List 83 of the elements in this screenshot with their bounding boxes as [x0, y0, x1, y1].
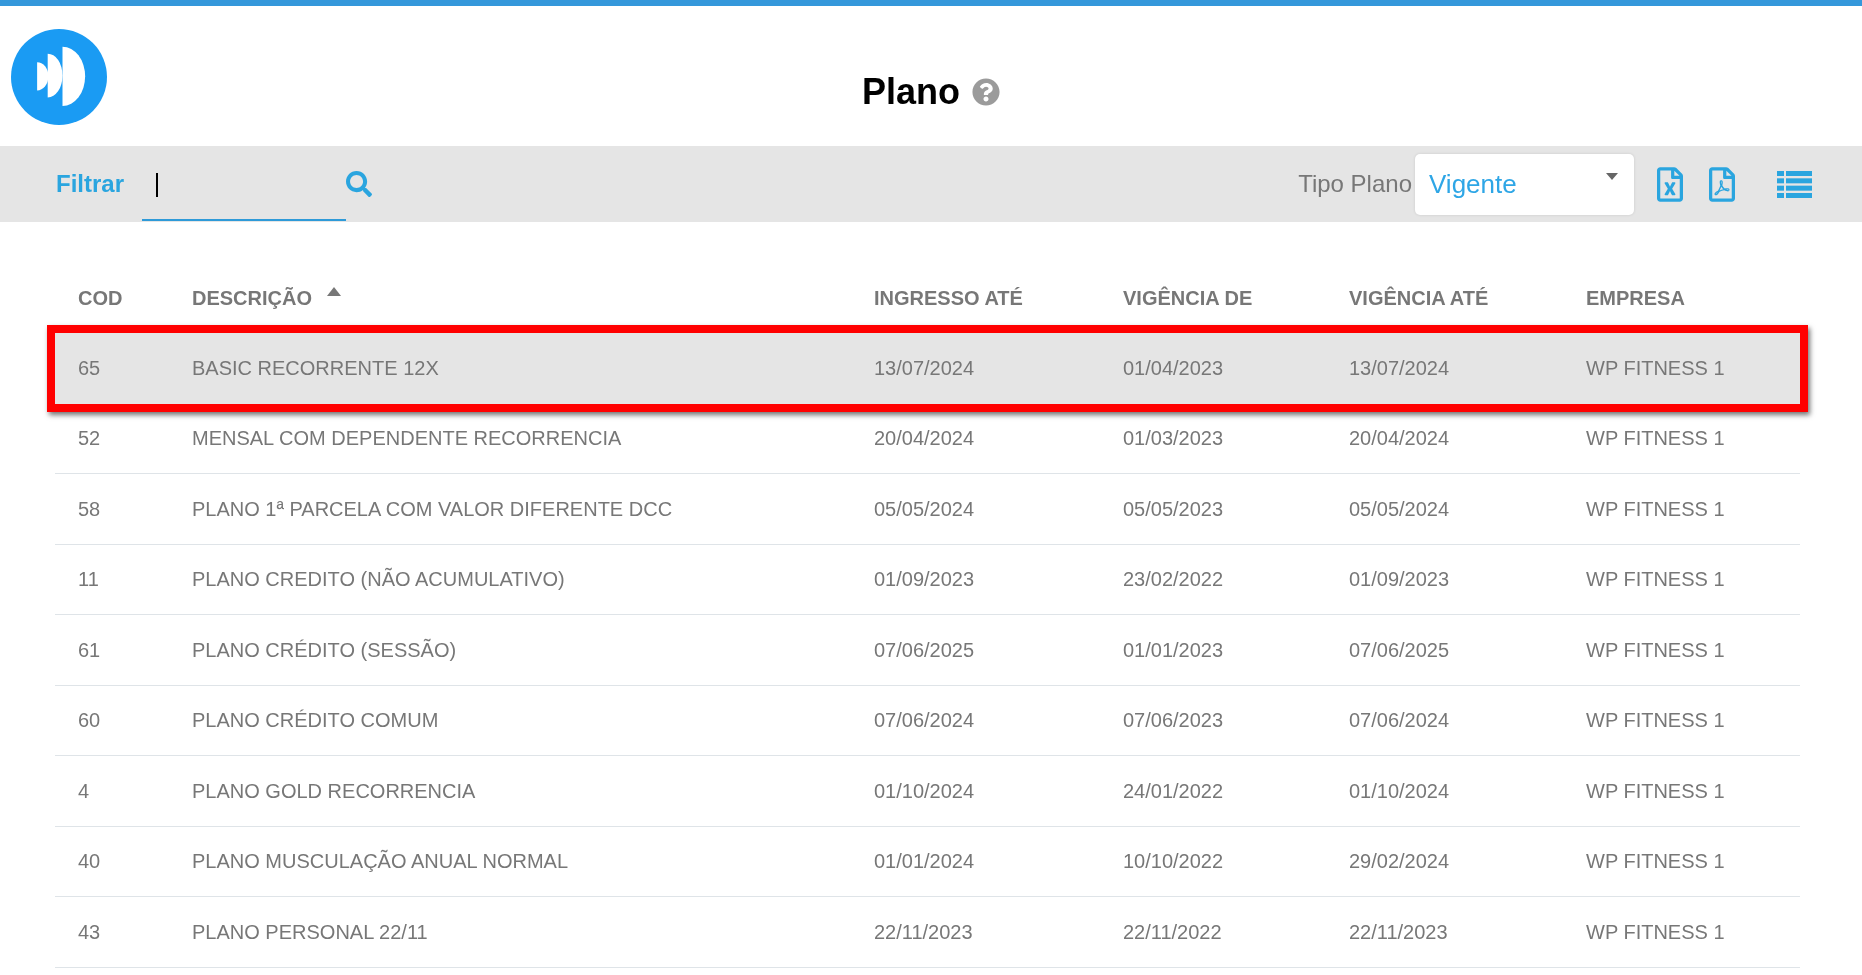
spreadsheet-file-icon: [1657, 166, 1683, 202]
table-cell-text: 05/05/2023: [1123, 496, 1224, 522]
filter-label: Filtrar: [56, 169, 124, 199]
table-cell-text: 01/01/2024: [874, 849, 975, 875]
table-cell-text: 20/04/2024: [874, 426, 975, 452]
table-cell-text: WP FITNESS 1: [1586, 637, 1725, 663]
table-cell-text: 01/04/2023: [1123, 356, 1224, 382]
table-cell-text: 24/01/2022: [1123, 778, 1224, 804]
plan-type-label: Tipo Plano: [1298, 169, 1412, 199]
table-cell-text: PLANO 1ª PARCELA COM VALOR DIFERENTE DCC: [192, 496, 673, 522]
plan-type-select[interactable]: Vigente: [1415, 153, 1634, 215]
search-button[interactable]: [346, 171, 372, 197]
table-cell-text: 22/11/2022: [1123, 919, 1222, 945]
table-cell-text: WP FITNESS 1: [1586, 708, 1725, 734]
table-cell-text: WP FITNESS 1: [1586, 849, 1725, 875]
table-cell-text: 60: [78, 708, 101, 734]
table-cell-text: WP FITNESS 1: [1586, 426, 1725, 452]
table-cell-text: 23/02/2022: [1123, 567, 1224, 593]
table-cell-text: 22/11/2023: [1349, 919, 1448, 945]
column-header[interactable]: COD: [78, 283, 123, 313]
table-row[interactable]: 4 PLANO GOLD RECORRENCIA 01/10/2024 24/01/2022 01/10/2024 WP FITNESS 1: [55, 756, 1800, 827]
table-cell-text: PLANO CREDITO (NÃO ACUMULATIVO): [192, 566, 565, 593]
table-cell-text: 10/10/2022: [1123, 849, 1224, 875]
column-header[interactable]: INGRESSO ATÉ: [874, 283, 1023, 313]
export-pdf-button[interactable]: [1709, 166, 1735, 202]
list-view-button[interactable]: [1777, 170, 1812, 198]
table-cell-text: 58: [78, 496, 101, 522]
table-cell-text: 07/06/2025: [1349, 637, 1450, 663]
table-row[interactable]: 11 PLANO CREDITO (NÃO ACUMULATIVO) 01/09/2023 23/02/2022 01/09/2023 WP FITNESS 1: [55, 544, 1800, 615]
table-cell-text: 61: [78, 637, 101, 663]
table-cell-text: 01/03/2023: [1123, 426, 1224, 452]
table-cell-text: 05/05/2024: [874, 496, 975, 522]
table-cell-text: PLANO GOLD RECORRENCIA: [192, 778, 476, 804]
table-cell-text: WP FITNESS 1: [1586, 919, 1725, 945]
table-cell-text: WP FITNESS 1: [1586, 778, 1725, 804]
table-cell-text: 01/09/2023: [874, 567, 975, 593]
pdf-file-icon: [1709, 166, 1735, 202]
table-cell-text: BASIC RECORRENTE 12X: [192, 356, 439, 382]
table-cell-text: PLANO PERSONAL 22/11: [192, 919, 428, 945]
table-cell-text: 52: [78, 426, 101, 452]
table-row[interactable]: 40 PLANO MUSCULAÇÃO ANUAL NORMAL 01/01/2024 10/10/2022 29/02/2024 WP FITNESS 1: [55, 826, 1800, 897]
table-row[interactable]: 52 MENSAL COM DEPENDENTE RECORRENCIA 20/04/2024 01/03/2023 20/04/2024 WP FITNESS 1: [55, 403, 1800, 474]
table-cell-text: 05/05/2024: [1349, 496, 1450, 522]
table-cell-text: 07/06/2023: [1123, 708, 1224, 734]
table-cell-text: 65: [78, 356, 101, 382]
table-cell-text: 01/10/2024: [874, 778, 975, 804]
table-cell-text: 13/07/2024: [874, 356, 975, 382]
table-row[interactable]: 61 PLANO CRÉDITO (SESSÃO) 07/06/2025 01/01/2023 07/06/2025 WP FITNESS 1: [55, 615, 1800, 686]
table-row[interactable]: 58 PLANO 1ª PARCELA COM VALOR DIFERENTE DCC 05/05/2024 05/05/2023 05/05/2024 WP FITNESS 1: [55, 474, 1800, 545]
list-icon: [1777, 170, 1812, 198]
column-header[interactable]: VIGÊNCIA DE: [1123, 283, 1253, 313]
table-cell-text: 11: [78, 567, 99, 593]
page-title: Plano: [862, 74, 960, 110]
column-header[interactable]: EMPRESA: [1586, 283, 1685, 313]
column-header[interactable]: DESCRIÇÃO: [192, 283, 341, 313]
table-cell-text: 4: [78, 778, 90, 804]
help-icon[interactable]: [972, 78, 1000, 106]
table-cell-text: 29/02/2024: [1349, 849, 1450, 875]
column-header[interactable]: VIGÊNCIA ATÉ: [1349, 283, 1489, 313]
table-cell-text: PLANO MUSCULAÇÃO ANUAL NORMAL: [192, 848, 568, 875]
table-cell-text: 13/07/2024: [1349, 356, 1450, 382]
table-cell-text: WP FITNESS 1: [1586, 567, 1725, 593]
caret-down-icon: [1606, 172, 1618, 180]
table-cell-text: WP FITNESS 1: [1586, 496, 1725, 522]
table-cell-text: PLANO CRÉDITO (SESSÃO): [192, 637, 457, 663]
table-cell-text: 20/04/2024: [1349, 426, 1450, 452]
table-cell-text: WP FITNESS 1: [1586, 356, 1725, 382]
table-cell-text: 43: [78, 919, 101, 945]
export-spreadsheet-button[interactable]: [1657, 166, 1683, 202]
table-row[interactable]: 60 PLANO CRÉDITO COMUM 07/06/2024 07/06/2023 07/06/2024 WP FITNESS 1: [55, 685, 1800, 756]
table-row[interactable]: 43 PLANO PERSONAL 22/11 22/11/2023 22/11/2022 22/11/2023 WP FITNESS 1: [55, 897, 1800, 968]
table-cell-text: 22/11/2023: [874, 919, 973, 945]
table-cell-text: 07/06/2024: [874, 708, 975, 734]
table-cell-text: PLANO CRÉDITO COMUM: [192, 708, 439, 734]
table-cell-text: 07/06/2024: [1349, 708, 1450, 734]
table-cell-text: 01/01/2023: [1123, 637, 1224, 663]
table-cell-text: 07/06/2025: [874, 637, 975, 663]
search-icon: [346, 171, 372, 197]
table-cell-text: 01/10/2024: [1349, 778, 1450, 804]
table-cell-text: 01/09/2023: [1349, 567, 1450, 593]
table-cell-text: 40: [78, 849, 101, 875]
table-cell-text: MENSAL COM DEPENDENTE RECORRENCIA: [192, 426, 622, 452]
logo-icon: [11, 29, 107, 125]
